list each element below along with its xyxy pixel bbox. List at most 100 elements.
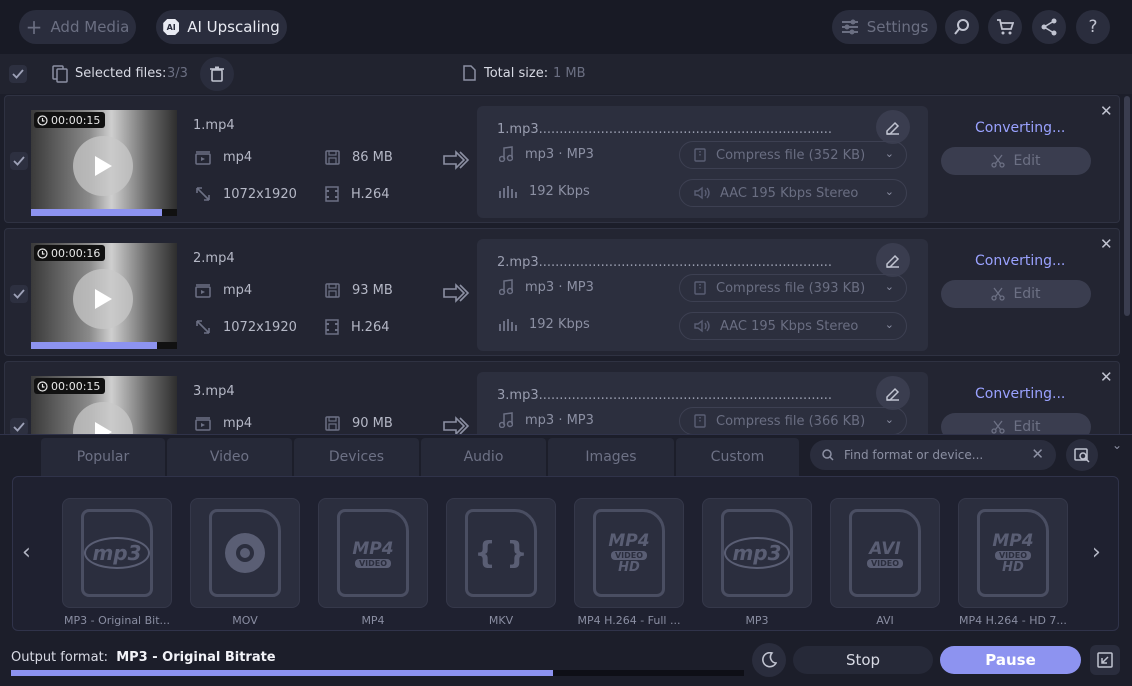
output-format: Output format: MP3 - Original Bitrate bbox=[11, 650, 276, 665]
chevron-down-icon: ⌄ bbox=[884, 318, 894, 331]
collapse-panel-icon[interactable]: ⌄ bbox=[1112, 438, 1122, 452]
mp3-icon: mp3 bbox=[721, 509, 793, 597]
save-icon bbox=[325, 416, 340, 431]
output-bitrate: 192 Kbps bbox=[499, 317, 590, 332]
convert-arrow-icon bbox=[443, 283, 470, 303]
share-button[interactable] bbox=[1032, 10, 1066, 44]
file-name: 3.mp4 bbox=[193, 384, 235, 399]
convert-arrow-icon bbox=[443, 416, 470, 436]
output-file-name[interactable]: 2.mp3...................................… bbox=[497, 255, 872, 270]
video-thumbnail[interactable]: 00:00:15 bbox=[31, 110, 177, 216]
files-icon bbox=[52, 65, 68, 83]
delete-button[interactable] bbox=[200, 57, 234, 91]
search-button[interactable] bbox=[945, 10, 979, 44]
source-size: 93 MB bbox=[325, 283, 393, 298]
settings-button[interactable]: Settings bbox=[832, 10, 937, 44]
format-card[interactable]: { } bbox=[446, 498, 556, 608]
duration-badge: 00:00:16 bbox=[34, 245, 106, 261]
ai-upscaling-button[interactable]: AI AI Upscaling bbox=[156, 10, 287, 44]
output-file-name[interactable]: 1.mp3...................................… bbox=[497, 122, 872, 137]
output-file-name[interactable]: 3.mp3...................................… bbox=[497, 388, 872, 403]
output-format: mp3 · MP3 bbox=[499, 279, 594, 295]
film-icon bbox=[325, 186, 339, 202]
clear-search-icon[interactable]: ✕ bbox=[1031, 445, 1044, 463]
compress-dropdown[interactable]: Compress file (366 KB) ⌄ bbox=[679, 407, 907, 435]
format-card[interactable]: MP4 VIDEO HD bbox=[574, 498, 684, 608]
source-size: 86 MB bbox=[325, 150, 393, 165]
rename-button[interactable] bbox=[876, 243, 910, 277]
total-size-value: 1 MB bbox=[553, 66, 586, 81]
video-thumbnail[interactable]: 00:00:16 bbox=[31, 243, 177, 349]
play-button[interactable] bbox=[73, 269, 133, 329]
format-card[interactable]: MP4 VIDEO HD bbox=[958, 498, 1068, 608]
next-formats-arrow[interactable]: › bbox=[1092, 540, 1101, 565]
file-card[interactable]: 00:00:16 2.mp4 mp4 93 MB 1072x1920 H.264 bbox=[4, 228, 1120, 356]
tab-video[interactable]: Video bbox=[167, 438, 292, 476]
file-checkbox[interactable] bbox=[10, 285, 28, 303]
video-file-icon bbox=[195, 416, 211, 431]
tab-devices[interactable]: Devices bbox=[294, 438, 419, 476]
file-name: 2.mp4 bbox=[193, 251, 235, 266]
selection-bar: Selected files: 3/3 Total size: 1 MB bbox=[0, 54, 1132, 94]
pencil-icon bbox=[886, 387, 900, 401]
source-format: mp4 bbox=[195, 416, 252, 431]
music-note-icon bbox=[499, 279, 513, 295]
prev-formats-arrow[interactable]: ‹ bbox=[22, 540, 31, 565]
tab-audio[interactable]: Audio bbox=[421, 438, 546, 476]
sleep-button[interactable] bbox=[752, 643, 786, 677]
audio-settings-dropdown[interactable]: AAC 195 Kbps Stereo ⌄ bbox=[679, 312, 907, 340]
help-button[interactable]: ? bbox=[1076, 10, 1110, 44]
rename-button[interactable] bbox=[876, 376, 910, 410]
question-icon: ? bbox=[1088, 17, 1098, 37]
compress-dropdown[interactable]: Compress file (393 KB) ⌄ bbox=[679, 274, 907, 302]
tab-custom[interactable]: Custom bbox=[676, 438, 799, 476]
output-format-value[interactable]: MP3 - Original Bitrate bbox=[116, 650, 275, 665]
chevron-down-icon: ⌄ bbox=[884, 413, 894, 426]
file-list-scrollbar[interactable] bbox=[1124, 96, 1130, 316]
format-search-placeholder: Find format or device... bbox=[844, 448, 984, 462]
output-format-label: Output format: bbox=[11, 650, 109, 665]
remove-file-icon[interactable]: ✕ bbox=[1100, 368, 1113, 386]
rename-button[interactable] bbox=[876, 110, 910, 144]
tab-popular[interactable]: Popular bbox=[41, 438, 165, 476]
format-label: MP4 H.264 - HD 7... bbox=[959, 614, 1067, 627]
format-card[interactable]: MP4 VIDEO bbox=[318, 498, 428, 608]
overall-progress-bar bbox=[11, 670, 744, 676]
format-label: AVI bbox=[876, 614, 894, 627]
format-card[interactable]: mp3 bbox=[62, 498, 172, 608]
pause-button[interactable]: Pause bbox=[940, 646, 1081, 674]
video-file-icon bbox=[195, 150, 211, 165]
selected-files-count: 3/3 bbox=[167, 66, 188, 81]
file-card[interactable]: 00:00:15 1.mp4 mp4 86 MB 1072x1920 H.264 bbox=[4, 95, 1120, 223]
film-icon bbox=[325, 319, 339, 335]
clock-icon bbox=[37, 114, 48, 126]
format-card[interactable] bbox=[190, 498, 300, 608]
play-button[interactable] bbox=[73, 136, 133, 196]
chevron-down-icon: ⌄ bbox=[884, 280, 894, 293]
edit-button[interactable]: Edit bbox=[941, 280, 1091, 308]
stop-button[interactable]: Stop bbox=[793, 646, 933, 674]
select-all-checkbox[interactable] bbox=[9, 65, 27, 83]
open-folder-button[interactable] bbox=[1090, 645, 1120, 675]
add-media-button[interactable]: + Add Media bbox=[19, 10, 136, 44]
check-icon bbox=[13, 422, 25, 432]
edit-button[interactable]: Edit bbox=[941, 147, 1091, 175]
cart-button[interactable] bbox=[988, 10, 1022, 44]
remove-file-icon[interactable]: ✕ bbox=[1100, 102, 1113, 120]
format-card[interactable]: mp3 bbox=[702, 498, 812, 608]
source-codec: H.264 bbox=[325, 186, 390, 202]
file-checkbox[interactable] bbox=[10, 152, 28, 170]
format-search-field[interactable]: Find format or device... ✕ bbox=[810, 440, 1056, 470]
device-detect-button[interactable] bbox=[1066, 439, 1098, 471]
sliders-icon bbox=[841, 19, 858, 35]
audio-settings-dropdown[interactable]: AAC 195 Kbps Stereo ⌄ bbox=[679, 179, 907, 207]
export-icon bbox=[1097, 652, 1113, 668]
format-label: MP3 - Original Bit... bbox=[63, 614, 171, 627]
bitrate-icon bbox=[499, 185, 517, 198]
resize-icon bbox=[196, 187, 210, 201]
file-icon bbox=[463, 65, 476, 81]
format-card[interactable]: AVI VIDEO bbox=[830, 498, 940, 608]
remove-file-icon[interactable]: ✕ bbox=[1100, 235, 1113, 253]
compress-dropdown[interactable]: Compress file (352 KB) ⌄ bbox=[679, 141, 907, 169]
tab-images[interactable]: Images bbox=[548, 438, 674, 476]
